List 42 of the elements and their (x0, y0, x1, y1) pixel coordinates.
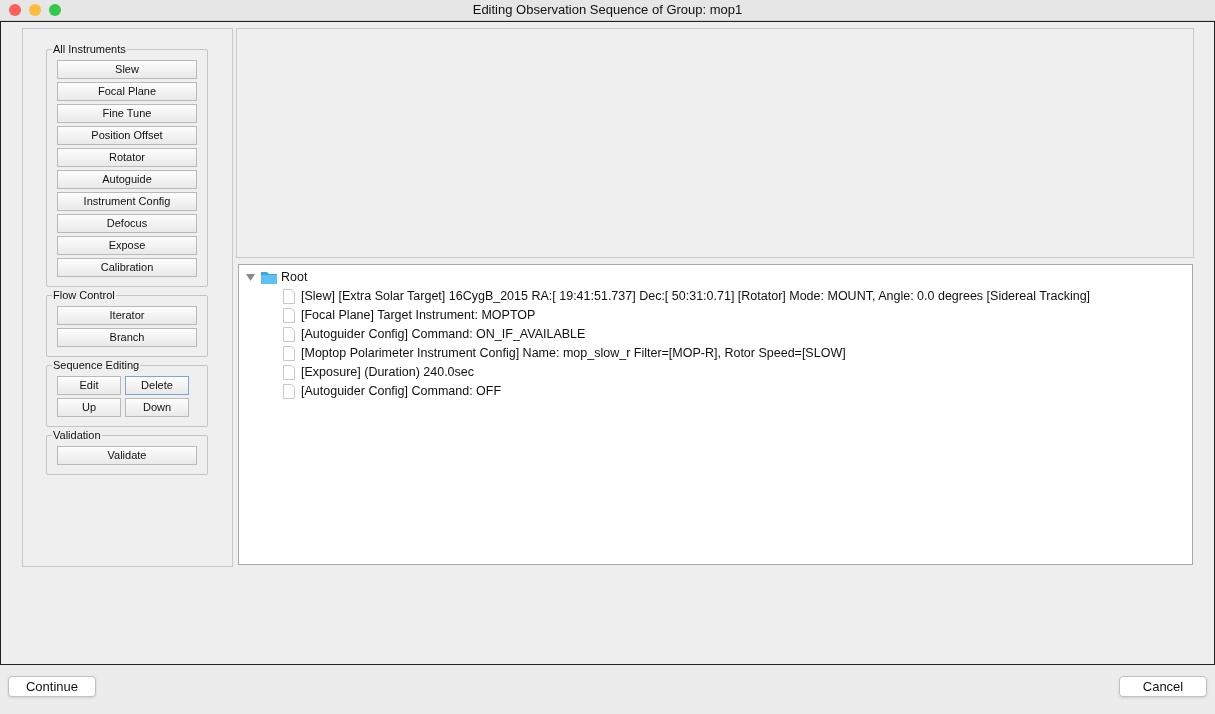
document-icon (283, 289, 295, 304)
tree-node[interactable]: [Focal Plane] Target Instrument: MOPTOP (301, 306, 536, 325)
document-icon (283, 327, 295, 342)
expander-icon[interactable] (246, 273, 255, 282)
palette-button[interactable]: Validate (57, 446, 197, 465)
tree-node[interactable]: [Moptop Polarimeter Instrument Config] Name: mop_slow_r Filter=[MOP-R], Rotor Speed=[SLOW] (301, 344, 846, 363)
palette-button[interactable]: Iterator (57, 306, 197, 325)
document-icon (283, 365, 295, 380)
palette-button[interactable]: Instrument Config (57, 192, 197, 211)
palette-button[interactable]: Delete (125, 376, 189, 395)
palette-button[interactable]: Branch (57, 328, 197, 347)
tree-node[interactable]: [Autoguider Config] Command: OFF (301, 382, 502, 401)
tree-node[interactable]: Root (281, 268, 308, 287)
palette-button[interactable]: Up (57, 398, 121, 417)
tree-node[interactable]: [Autoguider Config] Command: ON_IF_AVAILABLE (301, 325, 586, 344)
group-title: Flow Control (52, 288, 116, 302)
maximize-icon[interactable] (49, 4, 61, 16)
palette-button[interactable]: Edit (57, 376, 121, 395)
document-icon (283, 384, 295, 399)
palette-button[interactable]: Autoguide (57, 170, 197, 189)
palette-button[interactable]: Rotator (57, 148, 197, 167)
group-title: All Instruments (52, 42, 127, 56)
palette-button[interactable]: Down (125, 398, 189, 417)
palette-button[interactable]: Expose (57, 236, 197, 255)
tree-node[interactable]: [Slew] [Extra Solar Target] 16CygB_2015 RA:[ 19:41:51.737] Dec:[ 50:31:0.71] [Rotator] Mode: MOUNT, Angle: 0.0 degrees [Sidereal Tracking] (301, 287, 1091, 306)
document-icon (283, 308, 295, 323)
palette-button[interactable]: Fine Tune (57, 104, 197, 123)
palette-button[interactable]: Slew (57, 60, 197, 79)
palette-button[interactable]: Focal Plane (57, 82, 197, 101)
document-icon (283, 346, 295, 361)
tree-node[interactable]: [Exposure] (Duration) 240.0sec (301, 363, 474, 382)
window-title: Editing Observation Sequence of Group: mop1 (472, 1, 743, 20)
close-icon[interactable] (9, 4, 21, 16)
palette-button[interactable]: Position Offset (57, 126, 197, 145)
dialog-button[interactable]: Cancel (1119, 676, 1207, 697)
group-title: Sequence Editing (52, 358, 141, 372)
dialog-button[interactable]: Continue (8, 676, 96, 697)
palette-button[interactable]: Calibration (57, 258, 197, 277)
folder-icon (261, 271, 277, 284)
group-title: Validation (52, 428, 102, 442)
palette-button[interactable]: Defocus (57, 214, 197, 233)
minimize-icon[interactable] (29, 4, 41, 16)
